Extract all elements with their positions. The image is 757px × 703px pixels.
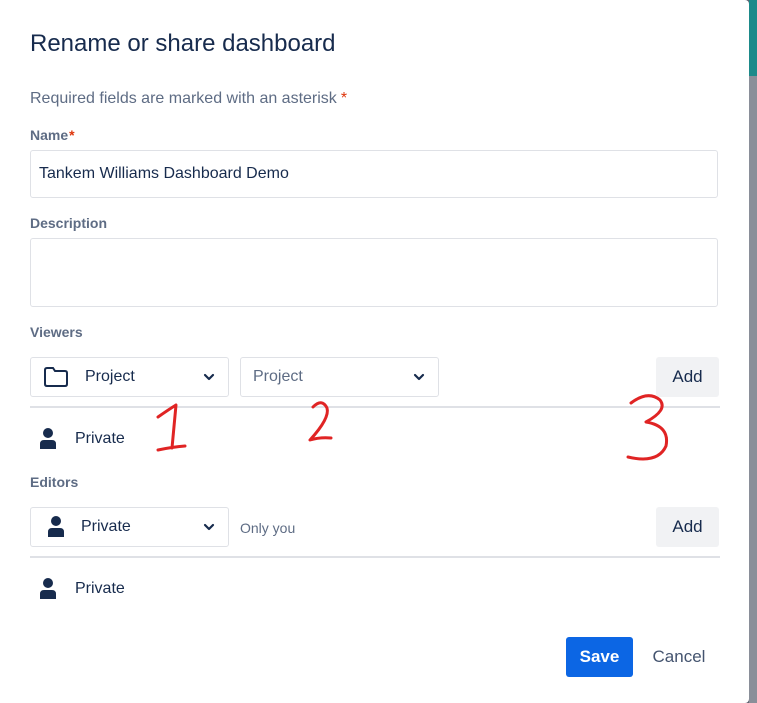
required-note-text: Required fields are marked with an aster…: [30, 90, 337, 107]
person-icon: [43, 515, 69, 539]
rename-share-dialog: Rename or share dashboard Required field…: [0, 0, 749, 703]
required-fields-note: Required fields are marked with an aster…: [30, 90, 347, 108]
viewers-add-button[interactable]: Add: [656, 357, 719, 397]
name-label-text: Name: [30, 127, 69, 143]
viewers-project-placeholder: Project: [253, 368, 303, 385]
viewers-label: Viewers: [30, 324, 83, 340]
editors-divider: [30, 556, 720, 558]
chevron-down-icon: [203, 523, 215, 531]
background-page: [749, 0, 757, 703]
annotation-mark-1: [156, 403, 187, 452]
editors-hint: Only you: [240, 520, 296, 536]
editors-add-button[interactable]: Add: [656, 507, 719, 547]
chevron-down-icon: [413, 373, 425, 381]
person-icon: [38, 427, 58, 451]
viewers-project-select[interactable]: Project: [240, 357, 439, 397]
viewers-type-value: Project: [85, 368, 135, 385]
viewers-current-label: Private: [75, 430, 125, 447]
background-page-header: [749, 0, 757, 76]
viewers-divider: [30, 406, 720, 408]
editors-current-label: Private: [75, 580, 125, 597]
name-input-value: Tankem Williams Dashboard Demo: [39, 165, 289, 182]
editors-label: Editors: [30, 474, 79, 490]
editors-type-value: Private: [81, 518, 131, 535]
chevron-down-icon: [203, 373, 215, 381]
save-button[interactable]: Save: [566, 637, 633, 677]
annotation-mark-2: [308, 401, 333, 442]
editors-current-item: Private: [38, 577, 125, 601]
viewers-current-item: Private: [38, 427, 125, 451]
name-input[interactable]: Tankem Williams Dashboard Demo: [30, 150, 718, 198]
viewers-type-select[interactable]: Project: [30, 357, 229, 397]
description-label: Description: [30, 215, 108, 231]
description-input[interactable]: [30, 238, 718, 307]
name-label: Name*: [30, 127, 75, 143]
required-asterisk: *: [340, 90, 348, 107]
dialog-title: Rename or share dashboard: [30, 30, 336, 57]
folder-icon: [43, 365, 69, 389]
name-required-asterisk: *: [69, 127, 75, 143]
person-icon: [38, 577, 58, 601]
editors-type-select[interactable]: Private: [30, 507, 229, 547]
cancel-button[interactable]: Cancel: [642, 637, 716, 677]
